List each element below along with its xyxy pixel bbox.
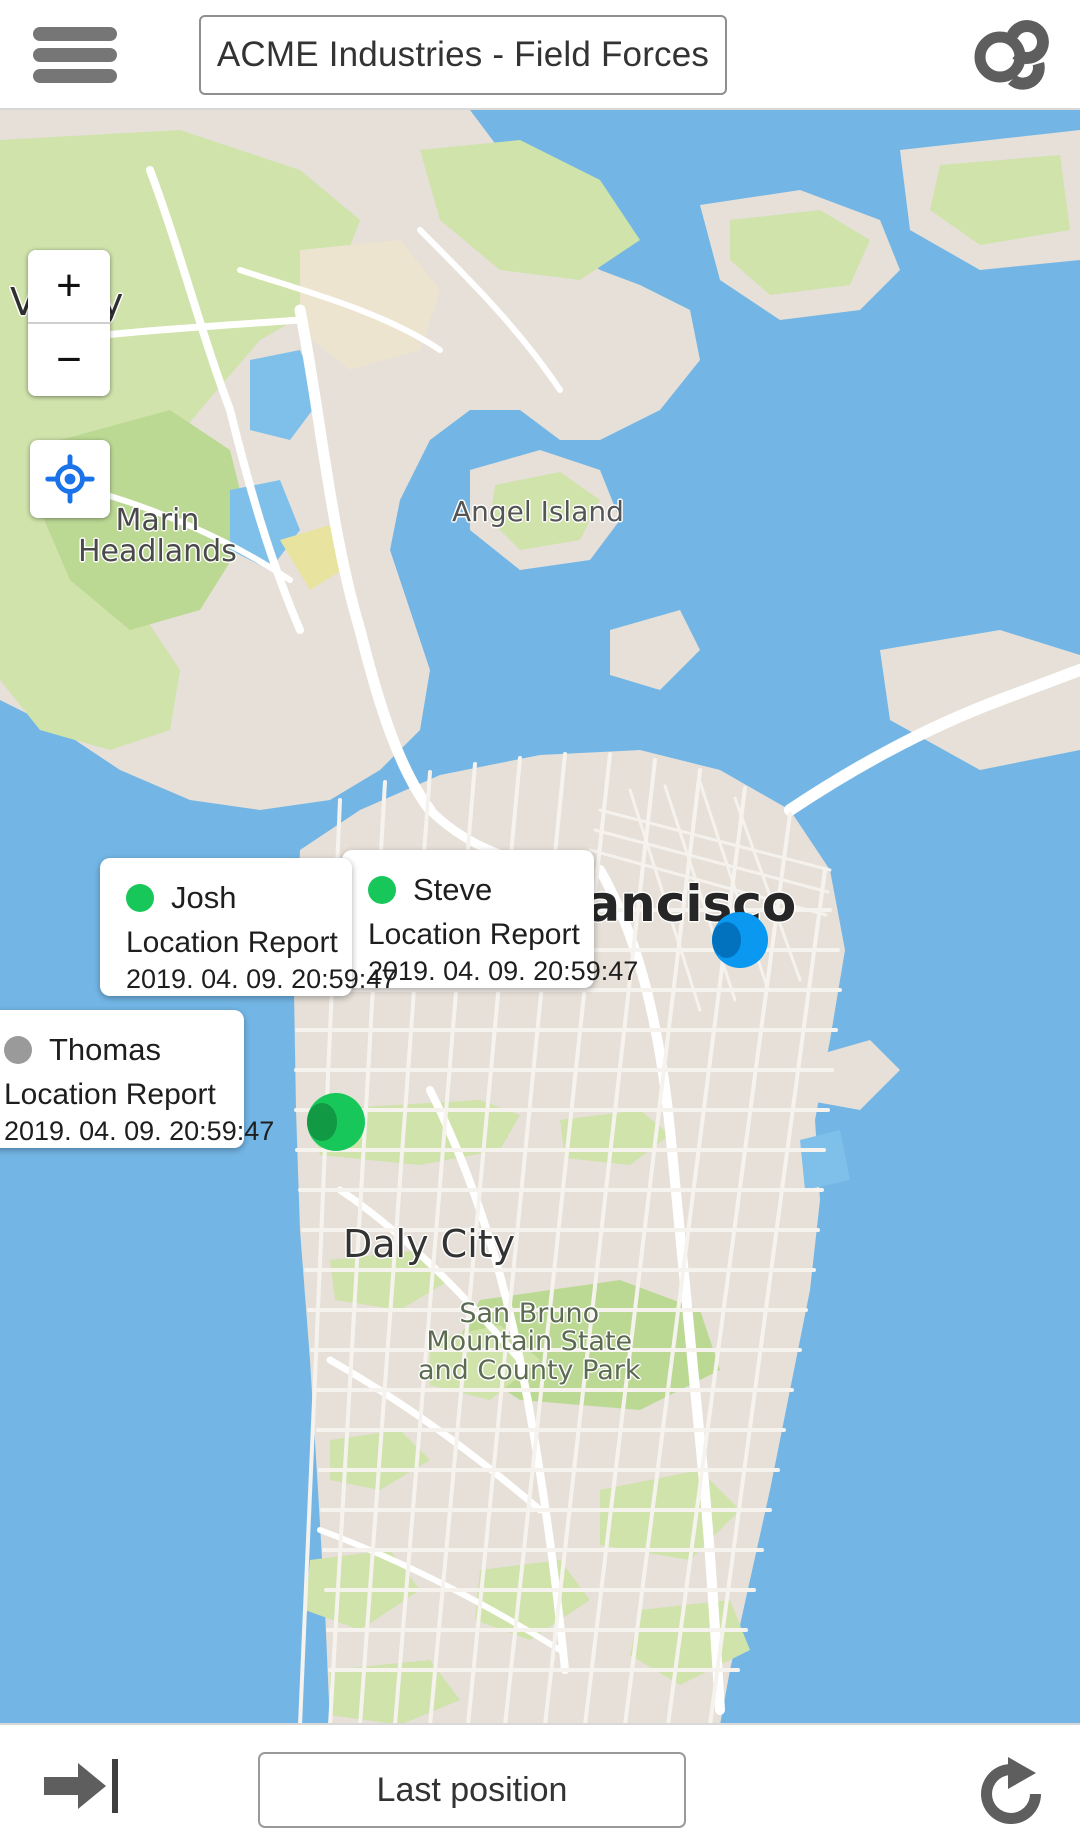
app-header: ACME Industries - Field Forces [0, 0, 1080, 110]
hamburger-menu-icon[interactable] [33, 27, 117, 83]
map-zoom-controls: + − [28, 250, 110, 396]
marker-shadow [712, 922, 742, 958]
card-timestamp: 2019. 04. 09. 20:59:47 [4, 1116, 275, 1146]
card-header: Steve [368, 872, 568, 908]
app-root: ACME Industries - Field Forces .land { f… [0, 0, 1080, 1845]
zoom-in-button[interactable]: + [28, 250, 110, 322]
card-timestamp: 2019. 04. 09. 20:59:47 [126, 964, 397, 994]
last-position-label: Last position [376, 1770, 568, 1809]
menu-bar [33, 48, 117, 62]
info-card-thomas[interactable]: Thomas Location Report 2019. 04. 09. 20:… [0, 1010, 275, 1148]
menu-bar [33, 69, 117, 83]
jump-to-end-icon[interactable] [40, 1757, 122, 1815]
card-timestamp: 2019. 04. 09. 20:59:47 [368, 956, 639, 986]
page-title: ACME Industries - Field Forces [216, 35, 710, 74]
info-card-josh[interactable]: Josh Location Report 2019. 04. 09. 20:59… [100, 858, 397, 996]
last-position-button[interactable]: Last position [258, 1752, 686, 1828]
map-view[interactable]: .land { fill:#e6e0d8; } .green { fill:#c… [0, 110, 1080, 1725]
status-badge [368, 876, 396, 904]
card-report-type: Location Report [126, 926, 338, 959]
card-header: Thomas [4, 1032, 218, 1068]
gps-locate-icon[interactable] [30, 440, 110, 518]
map-marker-steve[interactable] [712, 912, 768, 968]
refresh-icon[interactable] [972, 1755, 1050, 1833]
card-user-name: Thomas [49, 1032, 161, 1067]
card-user-name: Steve [413, 872, 493, 907]
status-badge [126, 884, 154, 912]
menu-bar [33, 27, 117, 41]
status-badge [4, 1036, 32, 1064]
app-title-box[interactable]: ACME Industries - Field Forces [199, 15, 727, 95]
card-report-type: Location Report [368, 918, 580, 951]
zoom-out-button[interactable]: − [28, 322, 110, 396]
marker-shadow [307, 1103, 338, 1141]
card-header: Josh [126, 880, 326, 916]
company-logo-icon[interactable] [970, 12, 1056, 98]
map-marker-josh[interactable] [307, 1093, 365, 1151]
card-report-type: Location Report [4, 1078, 216, 1111]
app-footer: Last position [0, 1725, 1080, 1845]
card-user-name: Josh [171, 880, 237, 915]
